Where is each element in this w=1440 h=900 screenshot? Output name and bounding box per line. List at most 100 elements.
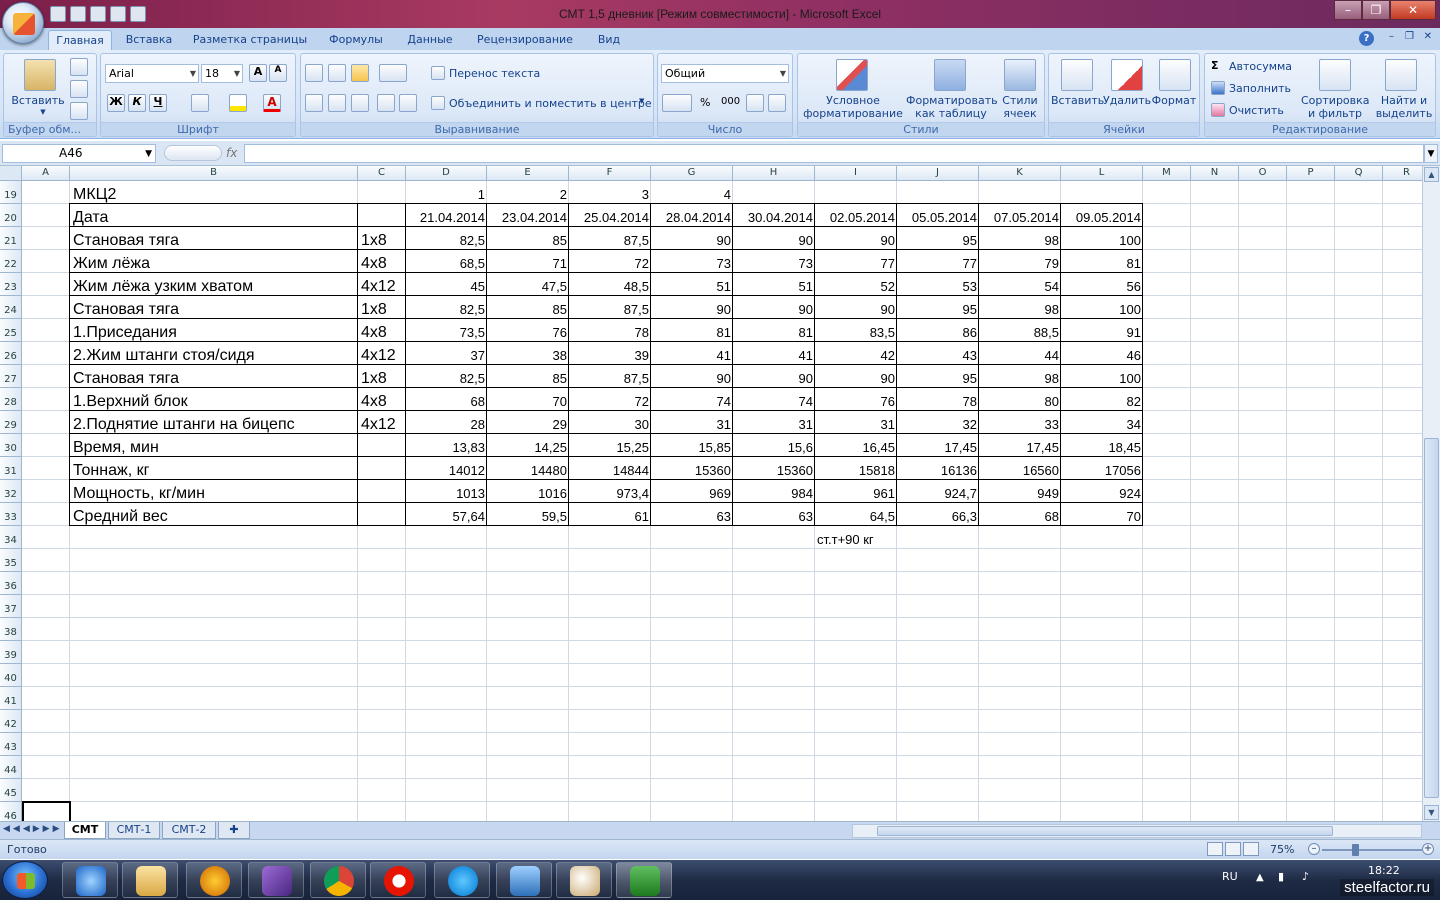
cell-value[interactable]: 16,45 (815, 434, 897, 457)
row-header-20[interactable]: 20 (0, 204, 22, 227)
cell-value[interactable]: 31 (651, 411, 733, 434)
orientation-icon[interactable] (379, 64, 407, 82)
cell-value[interactable]: 83,5 (815, 319, 897, 342)
tab-review[interactable]: Рецензирование (470, 30, 580, 50)
number-format-combo[interactable]: Общий ▼ (661, 64, 789, 83)
page-layout-view-icon[interactable] (1225, 842, 1241, 856)
zoom-slider[interactable]: – + (1308, 843, 1436, 856)
taskbar-photos[interactable] (496, 862, 552, 898)
tab-home[interactable]: Главная (48, 30, 112, 50)
cell-value[interactable]: 98 (979, 296, 1061, 319)
cell-value[interactable]: 90 (651, 227, 733, 250)
sort-filter-button[interactable]: Сортировка и фильтр (1301, 94, 1370, 120)
cell-date[interactable]: 02.05.2014 (815, 204, 897, 227)
cell-exercise-label[interactable]: Жим лёжа (70, 250, 358, 273)
cell-value[interactable]: 79 (979, 250, 1061, 273)
align-right-icon[interactable] (351, 94, 369, 112)
tray-lang[interactable]: RU (1222, 870, 1238, 883)
tab-insert[interactable]: Вставка (118, 30, 180, 50)
taskbar-aimp[interactable] (186, 862, 242, 898)
sort-filter-icon[interactable] (1319, 59, 1351, 91)
row-header-28[interactable]: 28 (0, 388, 22, 411)
zoom-out-icon[interactable]: – (1308, 843, 1320, 855)
conditional-formatting-icon[interactable] (836, 59, 868, 91)
row-header-46[interactable]: 46 (0, 802, 22, 821)
cell-value[interactable]: 72 (569, 250, 651, 273)
cell-value[interactable]: 61 (569, 503, 651, 526)
cell-value[interactable]: 70 (487, 388, 569, 411)
cell-sets[interactable]: 4x8 (358, 250, 406, 273)
cell-value[interactable]: 41 (733, 342, 815, 365)
cell-value[interactable]: 16136 (897, 457, 979, 480)
row-header-45[interactable]: 45 (0, 779, 22, 802)
cell-exercise-label[interactable]: Тоннаж, кг (70, 457, 358, 480)
row-header-41[interactable]: 41 (0, 687, 22, 710)
cell-value[interactable]: 54 (979, 273, 1061, 296)
row-header-27[interactable]: 27 (0, 365, 22, 388)
increase-indent-icon[interactable] (399, 94, 417, 112)
cell-value[interactable]: 81 (651, 319, 733, 342)
vertical-scroll-thumb[interactable] (1424, 438, 1439, 798)
bold-button[interactable]: Ж (107, 94, 125, 112)
cell-value[interactable]: 91 (1061, 319, 1143, 342)
normal-view-icon[interactable] (1207, 842, 1223, 856)
cell-value[interactable]: 85 (487, 296, 569, 319)
cell-header-number[interactable]: 1 (406, 181, 487, 204)
underline-button[interactable]: Ч (149, 94, 167, 112)
cell-value[interactable]: 86 (897, 319, 979, 342)
cell-value[interactable]: 90 (815, 365, 897, 388)
cell-value[interactable]: 90 (733, 365, 815, 388)
row-header-30[interactable]: 30 (0, 434, 22, 457)
cell-date[interactable]: 21.04.2014 (406, 204, 487, 227)
cell-value[interactable]: 57,64 (406, 503, 487, 526)
cell-exercise-label[interactable]: Средний вес (70, 503, 358, 526)
ribbon-restore-icon[interactable]: ❐ (1405, 31, 1414, 42)
autosum-button[interactable]: Автосумма (1229, 60, 1292, 73)
cell-value[interactable]: 38 (487, 342, 569, 365)
wrap-text-button[interactable]: Перенос текста (449, 67, 540, 80)
cell-value[interactable]: 17,45 (979, 434, 1061, 457)
cell-value[interactable]: 973,4 (569, 480, 651, 503)
cell-value[interactable]: 68 (406, 388, 487, 411)
cell-value[interactable]: 45 (406, 273, 487, 296)
cell-value[interactable]: 56 (1061, 273, 1143, 296)
insert-function-icon[interactable]: fx (160, 144, 242, 163)
column-header-n[interactable]: N (1191, 166, 1239, 181)
cell-value[interactable]: 39 (569, 342, 651, 365)
row-header-29[interactable]: 29 (0, 411, 22, 434)
decrease-decimal-icon[interactable] (768, 94, 786, 112)
cell-value[interactable]: 41 (651, 342, 733, 365)
cell-value[interactable]: 59,5 (487, 503, 569, 526)
column-header-q[interactable]: Q (1335, 166, 1383, 181)
cell-sets[interactable]: 4x8 (358, 388, 406, 411)
cell-exercise-label[interactable]: Становая тяга (70, 365, 358, 388)
fill-button[interactable]: Заполнить (1229, 82, 1291, 95)
cell-sets[interactable]: 1x8 (358, 365, 406, 388)
clear-button[interactable]: Очистить (1229, 104, 1284, 117)
column-header-f[interactable]: F (569, 166, 651, 181)
cell-value[interactable]: 13,83 (406, 434, 487, 457)
borders-icon[interactable] (191, 94, 209, 112)
tab-formulas[interactable]: Формулы (320, 30, 392, 50)
cell-value[interactable]: 68 (979, 503, 1061, 526)
cell-date[interactable]: 09.05.2014 (1061, 204, 1143, 227)
cell-value[interactable]: 90 (651, 365, 733, 388)
cell-value[interactable]: 969 (651, 480, 733, 503)
cell-value[interactable]: 15360 (733, 457, 815, 480)
cell-value[interactable]: 34 (1061, 411, 1143, 434)
cell-value[interactable]: 95 (897, 365, 979, 388)
column-header-d[interactable]: D (406, 166, 487, 181)
cell-exercise-label[interactable]: 2.Поднятие штанги на бицепс (70, 411, 358, 434)
cell-value[interactable]: 47,5 (487, 273, 569, 296)
cell-value[interactable]: 78 (897, 388, 979, 411)
cell-date[interactable]: 23.04.2014 (487, 204, 569, 227)
font-color-icon[interactable]: A (263, 94, 281, 112)
cell-sets[interactable]: 4x12 (358, 342, 406, 365)
taskbar-ie[interactable] (62, 862, 118, 898)
cell-value[interactable]: 15,85 (651, 434, 733, 457)
cell-header-number[interactable]: 4 (651, 181, 733, 204)
cell-value[interactable]: 1013 (406, 480, 487, 503)
cell-value[interactable]: 14844 (569, 457, 651, 480)
thousands-button[interactable]: 000 (721, 96, 740, 107)
start-button[interactable] (2, 861, 48, 899)
